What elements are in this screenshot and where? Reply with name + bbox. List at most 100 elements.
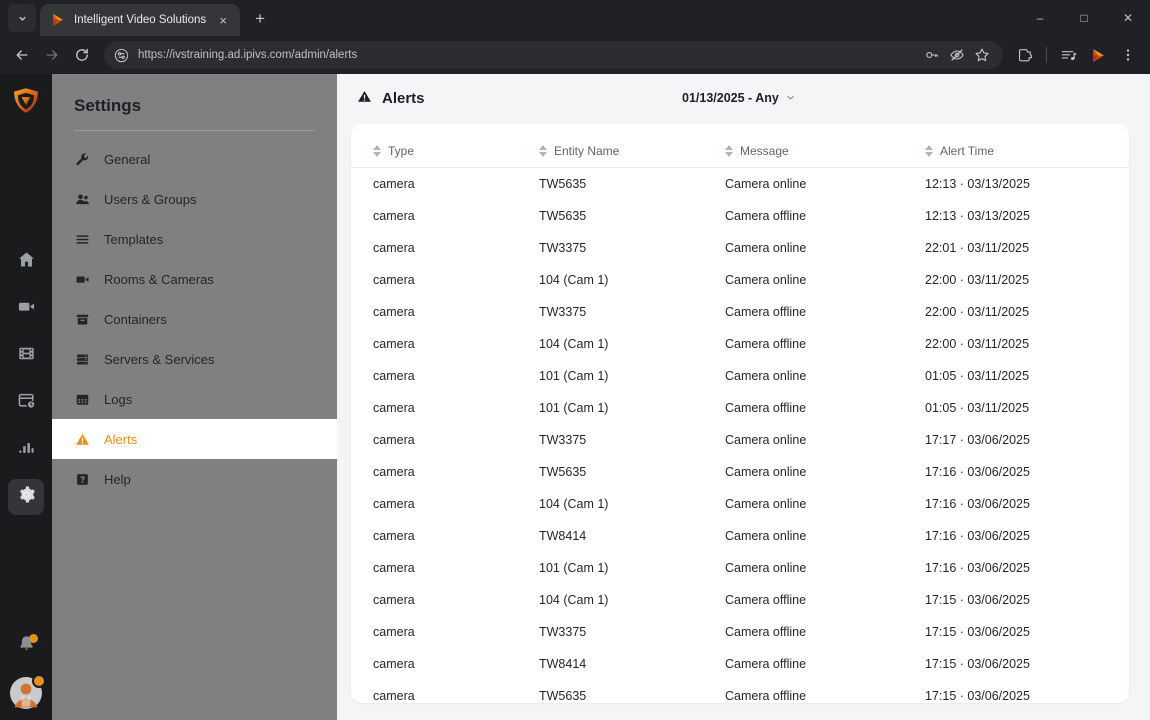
cell-alert-time: 01:05 · 03/11/2025 <box>925 369 1030 383</box>
table-row[interactable]: camera TW5635 Camera online 12:13 · 03/13/2… <box>351 168 1129 201</box>
media-list-icon[interactable] <box>1054 41 1082 69</box>
cell-type: camera <box>373 497 415 511</box>
table-row[interactable]: camera TW5635 Camera online 17:16 · 03/06/2… <box>351 456 1129 488</box>
warning-triangle-icon <box>357 89 372 108</box>
back-icon[interactable] <box>8 41 36 69</box>
address-bar[interactable]: https://ivstraining.ad.ipivs.com/admin/a… <box>104 41 1003 69</box>
table-row[interactable]: camera TW8414 Camera offline 17:15 · 03/06/… <box>351 648 1129 680</box>
maximize-button[interactable]: □ <box>1062 0 1106 36</box>
cell-message: Camera offline <box>725 337 807 351</box>
close-window-button[interactable]: ✕ <box>1106 0 1150 36</box>
column-header-entity-name[interactable]: Entity Name <box>539 124 725 168</box>
sidebar-item-label: Logs <box>104 391 133 407</box>
table-row[interactable]: camera TW3375 Camera online 17:17 · 03/06/2… <box>351 424 1129 456</box>
table-body: camera TW5635 Camera online 12:13 · 03/13/2… <box>351 168 1129 703</box>
browser-tab[interactable]: Intelligent Video Solutions × <box>40 4 241 36</box>
column-header-type[interactable]: Type <box>351 124 539 168</box>
new-tab-button[interactable]: + <box>246 5 274 33</box>
table-row[interactable]: camera 104 (Cam 1) Camera offline 22:00 · 0… <box>351 328 1129 360</box>
cell-message: Camera online <box>725 561 807 575</box>
password-key-icon[interactable] <box>921 44 943 66</box>
cell-type: camera <box>373 177 415 191</box>
rail-item-media[interactable] <box>8 338 44 374</box>
sidebar-item-logs[interactable]: Logs <box>52 379 337 419</box>
app-rail <box>0 74 52 720</box>
ivs-shield-logo[interactable] <box>9 84 43 118</box>
cell-alert-time: 17:15 · 03/06/2025 <box>925 593 1030 607</box>
cell-type: camera <box>373 369 415 383</box>
cell-type: camera <box>373 465 415 479</box>
sort-icon <box>373 145 381 157</box>
rail-item-archive[interactable] <box>8 385 44 421</box>
minimize-button[interactable]: – <box>1018 0 1062 36</box>
table-row[interactable]: camera TW5635 Camera offline 12:13 · 03/13/… <box>351 200 1129 232</box>
sidebar-item-label: Templates <box>104 231 164 247</box>
star-bookmark-icon[interactable] <box>971 44 993 66</box>
cell-alert-time: 17:16 · 03/06/2025 <box>925 561 1030 575</box>
column-header-label: Message <box>740 144 789 158</box>
rail-item-cameras[interactable] <box>8 291 44 327</box>
table-row[interactable]: camera TW3375 Camera online 22:01 · 03/11/2… <box>351 232 1129 264</box>
notifications-button[interactable] <box>8 628 44 664</box>
page-title: Alerts <box>357 89 425 108</box>
home-icon <box>17 250 36 274</box>
avatar[interactable] <box>9 674 46 710</box>
eye-slash-icon[interactable] <box>946 44 968 66</box>
sidebar-item-servers-services[interactable]: Servers & Services <box>52 339 337 379</box>
site-settings-icon[interactable] <box>114 48 129 63</box>
rail-item-analytics[interactable] <box>8 432 44 468</box>
sidebar-item-label: Rooms & Cameras <box>104 271 214 287</box>
rail-item-settings[interactable] <box>8 479 44 515</box>
rail-item-home[interactable] <box>8 244 44 280</box>
sidebar-item-alerts[interactable]: Alerts <box>52 419 337 459</box>
sidebar-item-help[interactable]: Help <box>52 459 337 499</box>
table-row[interactable]: camera 101 (Cam 1) Camera offline 01:05 · 0… <box>351 392 1129 424</box>
table-row[interactable]: camera TW3375 Camera offline 17:15 · 03/06/… <box>351 616 1129 648</box>
sidebar-item-templates[interactable]: Templates <box>52 219 337 259</box>
reload-icon[interactable] <box>68 41 96 69</box>
cell-entity-name: 101 (Cam 1) <box>539 401 609 415</box>
table-row[interactable]: camera 101 (Cam 1) Camera online 01:05 · 03… <box>351 360 1129 392</box>
sidebar-item-label: Servers & Services <box>104 351 215 367</box>
profile-logo-icon[interactable] <box>1084 41 1112 69</box>
column-header-message[interactable]: Message <box>725 124 925 168</box>
cell-message: Camera offline <box>725 689 807 703</box>
tab-title: Intelligent Video Solutions <box>74 14 207 26</box>
settings-divider <box>74 130 315 131</box>
sidebar-item-rooms-cameras[interactable]: Rooms & Cameras <box>52 259 337 299</box>
cell-alert-time: 01:05 · 03/11/2025 <box>925 401 1030 415</box>
page-title-text: Alerts <box>382 89 425 107</box>
wrench-icon <box>74 152 91 167</box>
cell-entity-name: TW3375 <box>539 241 587 255</box>
cell-entity-name: TW5635 <box>539 689 587 703</box>
cell-message: Camera online <box>725 433 807 447</box>
cell-alert-time: 12:13 · 03/13/2025 <box>925 177 1030 191</box>
extensions-puzzle-icon[interactable] <box>1011 41 1039 69</box>
table-row[interactable]: camera TW3375 Camera offline 22:00 · 03/11/… <box>351 296 1129 328</box>
cell-message: Camera online <box>725 241 807 255</box>
cell-entity-name: TW5635 <box>539 209 587 223</box>
sidebar-item-general[interactable]: General <box>52 139 337 179</box>
table-row[interactable]: camera 104 (Cam 1) Camera offline 17:15 · 0… <box>351 584 1129 616</box>
tab-search-chevron-icon[interactable] <box>8 4 36 32</box>
sidebar-item-users-groups[interactable]: Users & Groups <box>52 179 337 219</box>
cell-type: camera <box>373 593 415 607</box>
sidebar-item-label: General <box>104 151 151 167</box>
settings-sidebar: Settings General Users & Groups Template… <box>52 74 337 720</box>
table-row[interactable]: camera TW8414 Camera online 17:16 · 03/06/2… <box>351 520 1129 552</box>
date-filter-dropdown[interactable]: 01/13/2025 - Any <box>682 91 795 105</box>
column-header-alert-time[interactable]: Alert Time <box>925 124 1129 168</box>
cell-type: camera <box>373 433 415 447</box>
kebab-menu-icon[interactable] <box>1114 41 1142 69</box>
page-viewport: Settings General Users & Groups Template… <box>0 74 1150 720</box>
table-row[interactable]: camera 104 (Cam 1) Camera online 17:16 · 03… <box>351 488 1129 520</box>
table-row[interactable]: camera TW5635 Camera offline 17:15 · 03/06/… <box>351 680 1129 703</box>
sidebar-item-containers[interactable]: Containers <box>52 299 337 339</box>
table-row[interactable]: camera 104 (Cam 1) Camera online 22:00 · 03… <box>351 264 1129 296</box>
tab-close-icon[interactable]: × <box>214 11 232 29</box>
browser-window: Intelligent Video Solutions × + – □ ✕ ht… <box>0 0 1150 720</box>
cell-type: camera <box>373 305 415 319</box>
calendar-icon <box>74 392 91 407</box>
table-row[interactable]: camera 101 (Cam 1) Camera online 17:16 · 03… <box>351 552 1129 584</box>
forward-icon[interactable] <box>38 41 66 69</box>
